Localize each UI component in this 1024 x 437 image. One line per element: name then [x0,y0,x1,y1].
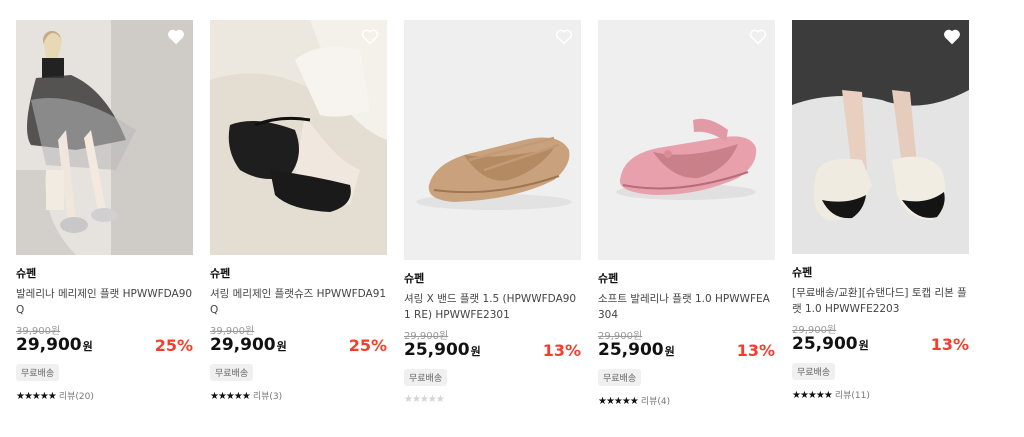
original-price: 29,900원 [792,325,837,336]
product-card[interactable]: 슈펜 셔링 메리제인 플랫슈즈 HPWWFDA91Q 39,900원 29,90… [210,20,387,402]
discount-rate: 13% [542,341,581,360]
star-icon: ★★★★★ [210,391,251,402]
sale-price: 25,900 [792,334,858,354]
star-icon: ★★★★★ [792,390,833,401]
star-icon: ★★★★★ [404,394,445,405]
brand-name: 슈펜 [792,266,813,279]
star-icon: ★★★★★ [598,396,639,407]
sale-price: 29,900 [210,335,276,355]
wishlist-heart-icon[interactable] [555,29,573,45]
brand-name: 슈펜 [404,272,425,285]
product-title[interactable]: 셔링 X 밴드 플랫 1.5 (HPWWFDA901 RE) HPWWFE230… [404,291,581,323]
review-count[interactable]: 리뷰(11) [835,391,870,401]
free-shipping-badge: 무료배송 [16,364,60,381]
product-card[interactable]: 슈펜 [무료배송/교환][슈탠다드] 토캡 리본 플랫 1.0 HPWWFE22… [792,20,969,401]
discount-rate: 25% [154,336,193,355]
original-price: 39,900원 [16,326,61,337]
price-row: 25,900원 13% [792,334,969,356]
star-icon: ★★★★★ [16,391,57,402]
free-shipping-badge: 무료배송 [598,369,642,386]
rating-row: ★★★★★ 리뷰(3) [210,389,387,402]
currency-label: 원 [470,345,481,358]
rating-row: ★★★★★ [404,394,581,405]
price-row: 25,900원 13% [598,340,775,362]
product-image[interactable] [598,20,775,260]
original-price: 39,900원 [210,326,255,337]
price-row: 25,900원 13% [404,340,581,362]
wishlist-heart-icon[interactable] [167,29,185,45]
sale-price: 29,900 [16,335,82,355]
product-grid: 슈펜 발레리나 메리제인 플랫 HPWWFDA90Q 39,900원 29,90… [16,0,1016,437]
review-count[interactable]: 리뷰(3) [253,392,282,402]
wishlist-heart-icon[interactable] [361,29,379,45]
discount-rate: 25% [348,336,387,355]
rating-row: ★★★★★ 리뷰(11) [792,388,969,401]
price-row: 29,900원 25% [210,335,387,357]
brand-name: 슈펜 [598,272,619,285]
free-shipping-badge: 무료배송 [210,364,254,381]
free-shipping-badge: 무료배송 [404,369,448,386]
wishlist-heart-icon[interactable] [749,29,767,45]
wishlist-heart-icon[interactable] [943,29,961,45]
discount-rate: 13% [736,341,775,360]
brand-name: 슈펜 [210,267,231,280]
brand-name: 슈펜 [16,267,37,280]
product-card[interactable]: 슈펜 셔링 X 밴드 플랫 1.5 (HPWWFDA901 RE) HPWWFE… [404,20,581,405]
sale-price: 25,900 [404,340,470,360]
sale-price: 25,900 [598,340,664,360]
product-image[interactable] [404,20,581,260]
rating-row: ★★★★★ 리뷰(4) [598,394,775,407]
product-card[interactable]: 슈펜 소프트 발레리나 플랫 1.0 HPWWFEA304 29,900원 25… [598,20,775,407]
product-image[interactable] [16,20,193,255]
free-shipping-badge: 무료배송 [792,363,836,380]
product-card[interactable]: 슈펜 발레리나 메리제인 플랫 HPWWFDA90Q 39,900원 29,90… [16,20,193,402]
product-title[interactable]: 소프트 발레리나 플랫 1.0 HPWWFEA304 [598,291,775,323]
rating-row: ★★★★★ 리뷰(20) [16,389,193,402]
original-price: 29,900원 [598,331,643,342]
review-count[interactable]: 리뷰(4) [641,397,670,407]
product-title[interactable]: [무료배송/교환][슈탠다드] 토캡 리본 플랫 1.0 HPWWFE2203 [792,285,969,317]
product-title[interactable]: 셔링 메리제인 플랫슈즈 HPWWFDA91Q [210,286,387,318]
product-image[interactable] [210,20,387,255]
product-image[interactable] [792,20,969,254]
currency-label: 원 [858,339,869,352]
original-price: 29,900원 [404,331,449,342]
price-row: 29,900원 25% [16,335,193,357]
currency-label: 원 [82,340,93,353]
product-title[interactable]: 발레리나 메리제인 플랫 HPWWFDA90Q [16,286,193,318]
review-count[interactable]: 리뷰(20) [59,392,94,402]
discount-rate: 13% [930,335,969,354]
currency-label: 원 [276,340,287,353]
currency-label: 원 [664,345,675,358]
